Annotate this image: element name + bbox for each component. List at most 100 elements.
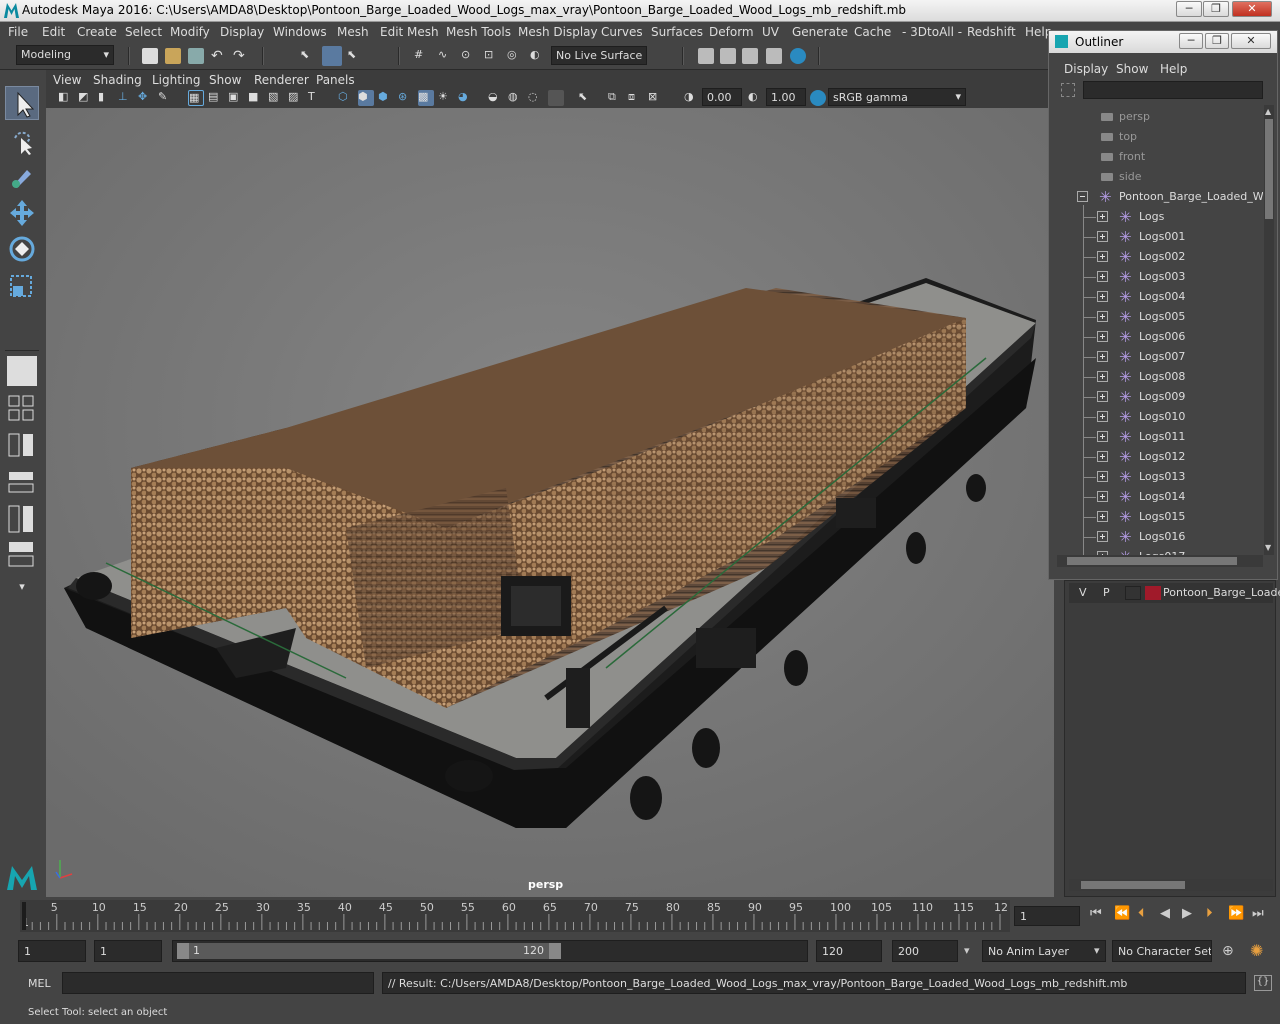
expand-icon[interactable] bbox=[1097, 451, 1108, 462]
select-hierarchy-icon[interactable]: ⬉ bbox=[300, 48, 316, 64]
scroll-thumb[interactable] bbox=[1081, 881, 1185, 889]
menu-edit[interactable]: Edit bbox=[42, 25, 65, 39]
tree-item-group[interactable]: ✳ Logs009 bbox=[1057, 387, 1263, 407]
chevron-down-icon[interactable]: ▾ bbox=[964, 944, 970, 957]
outliner-close-button[interactable]: ✕ bbox=[1231, 33, 1271, 49]
expand-icon[interactable] bbox=[1097, 331, 1108, 342]
snap-point-icon[interactable]: ⊙ bbox=[461, 48, 477, 64]
expand-icon[interactable] bbox=[1097, 471, 1108, 482]
expand-icon[interactable] bbox=[1097, 311, 1108, 322]
outliner-vertical-scrollbar[interactable]: ▲ ▼ bbox=[1264, 105, 1274, 555]
tree-item-group[interactable]: ✳ Logs007 bbox=[1057, 347, 1263, 367]
exposure-icon[interactable]: ◑ bbox=[684, 90, 700, 106]
persp-graph-layout-icon[interactable] bbox=[5, 540, 39, 570]
menu-deform[interactable]: Deform bbox=[709, 25, 754, 39]
select-object-icon[interactable] bbox=[322, 46, 342, 66]
multisample-aa-icon[interactable]: ◍ bbox=[508, 90, 524, 106]
ipr-icon[interactable] bbox=[742, 48, 758, 64]
scroll-thumb[interactable] bbox=[1067, 557, 1237, 565]
expand-icon[interactable] bbox=[1097, 351, 1108, 362]
expand-icon[interactable] bbox=[1097, 411, 1108, 422]
two-d-pan-zoom-icon[interactable]: ✥ bbox=[138, 90, 154, 106]
exposure-field[interactable]: 0.00 bbox=[702, 88, 742, 106]
shadows-icon[interactable]: ☀ bbox=[438, 90, 454, 106]
render-frame-icon[interactable] bbox=[698, 48, 714, 64]
open-scene-icon[interactable] bbox=[165, 48, 181, 64]
tree-item-camera[interactable]: side bbox=[1057, 167, 1263, 187]
safe-title-icon[interactable]: T bbox=[308, 90, 324, 106]
outliner-menu-help[interactable]: Help bbox=[1160, 62, 1187, 76]
tree-item-camera[interactable]: front bbox=[1057, 147, 1263, 167]
range-start-grip[interactable] bbox=[177, 943, 189, 959]
menu-uv[interactable]: UV bbox=[762, 25, 779, 39]
camera-select-icon[interactable]: ◧ bbox=[58, 90, 74, 106]
live-surface-field[interactable]: No Live Surface bbox=[551, 46, 647, 65]
expand-icon[interactable] bbox=[1097, 291, 1108, 302]
xray-components-icon[interactable]: ⧈ bbox=[628, 90, 644, 106]
camera-attributes-icon[interactable]: ◩ bbox=[78, 90, 94, 106]
step-back-key-icon[interactable]: ⏪ bbox=[1114, 906, 1130, 921]
scale-tool-icon[interactable] bbox=[5, 270, 39, 304]
move-tool-icon[interactable] bbox=[5, 196, 39, 230]
step-forward-frame-icon[interactable]: ⏵ bbox=[1206, 906, 1213, 921]
panel-menu-show[interactable]: Show bbox=[209, 73, 241, 87]
motion-blur-icon[interactable]: ◒ bbox=[488, 90, 504, 106]
gate-mask-icon[interactable]: ■ bbox=[248, 90, 264, 106]
gamma-field[interactable]: 1.00 bbox=[766, 88, 806, 106]
bookmark-icon[interactable]: ▮ bbox=[98, 90, 114, 106]
menu-mesh[interactable]: Mesh bbox=[337, 25, 369, 39]
backface-culling-icon[interactable]: ⊠ bbox=[648, 90, 664, 106]
menu-create[interactable]: Create bbox=[77, 25, 117, 39]
minimize-button[interactable]: ─ bbox=[1176, 1, 1202, 17]
tree-item-group[interactable]: ✳ Logs015 bbox=[1057, 507, 1263, 527]
single-view-layout-icon[interactable] bbox=[7, 356, 37, 386]
range-slider-handle[interactable]: 1 120 bbox=[177, 943, 561, 959]
tree-item-group[interactable]: ✳ Logs012 bbox=[1057, 447, 1263, 467]
expand-icon[interactable] bbox=[1097, 271, 1108, 282]
tree-item-group[interactable]: ✳Logs017 bbox=[1057, 547, 1263, 555]
save-scene-icon[interactable] bbox=[188, 48, 204, 64]
color-space-dropdown[interactable]: sRGB gamma ▾ bbox=[828, 88, 966, 106]
tree-item-camera[interactable]: persp bbox=[1057, 107, 1263, 127]
collapse-icon[interactable] bbox=[1077, 191, 1088, 202]
menu-windows[interactable]: Windows bbox=[273, 25, 327, 39]
graph-layout-icon[interactable] bbox=[5, 468, 39, 498]
new-scene-icon[interactable] bbox=[142, 48, 158, 64]
wireframe-on-shaded-icon[interactable]: ⬢ bbox=[378, 90, 394, 106]
expand-icon[interactable] bbox=[1097, 231, 1108, 242]
go-to-start-icon[interactable]: ⏮ bbox=[1090, 906, 1102, 921]
tree-item-group[interactable]: ✳ Logs003 bbox=[1057, 267, 1263, 287]
tree-item-group[interactable]: ✳ Logs008 bbox=[1057, 367, 1263, 387]
select-tool-icon[interactable] bbox=[5, 86, 39, 120]
viewport-3d[interactable]: persp bbox=[46, 108, 1054, 897]
menu-file[interactable]: File bbox=[8, 25, 28, 39]
use-all-lights-icon[interactable]: ▩ bbox=[418, 90, 434, 106]
expand-icon[interactable] bbox=[1097, 531, 1108, 542]
outliner-horizontal-scrollbar[interactable] bbox=[1057, 555, 1263, 567]
menu-mesh-display[interactable]: Mesh Display bbox=[518, 25, 598, 39]
snap-curve-icon[interactable]: ∿ bbox=[438, 48, 454, 64]
expand-icon[interactable] bbox=[1097, 251, 1108, 262]
anim-layer-dropdown[interactable]: No Anim Layer bbox=[982, 940, 1106, 962]
field-chart-icon[interactable]: ▧ bbox=[268, 90, 284, 106]
close-button[interactable]: ✕ bbox=[1232, 1, 1272, 17]
auto-key-icon[interactable]: ⊕ bbox=[1222, 943, 1234, 959]
menu-modify[interactable]: Modify bbox=[170, 25, 210, 39]
panel-menu-lighting[interactable]: Lighting bbox=[152, 73, 201, 87]
expand-icon[interactable] bbox=[1097, 491, 1108, 502]
redo-icon[interactable]: ↷ bbox=[233, 48, 249, 64]
tree-item-group[interactable]: ✳ Logs002 bbox=[1057, 247, 1263, 267]
outliner-layout-icon[interactable] bbox=[5, 430, 39, 460]
undo-icon[interactable]: ↶ bbox=[211, 48, 227, 64]
character-set-dropdown[interactable]: No Character Set bbox=[1112, 940, 1212, 962]
tree-item-group[interactable]: ✳ Logs013 bbox=[1057, 467, 1263, 487]
rotate-tool-icon[interactable] bbox=[5, 232, 39, 266]
menu-3dtoall[interactable]: - 3DtoAll - bbox=[902, 25, 962, 39]
panel-menu-panels[interactable]: Panels bbox=[316, 73, 355, 87]
expand-icon[interactable] bbox=[1097, 391, 1108, 402]
tree-item-root[interactable]: ✳ Pontoon_Barge_Loaded_W bbox=[1057, 187, 1263, 207]
step-back-frame-icon[interactable]: ⏴ bbox=[1138, 906, 1145, 921]
resolution-gate-icon[interactable]: ▣ bbox=[228, 90, 244, 106]
panel-menu-renderer[interactable]: Renderer bbox=[254, 73, 309, 87]
tree-item-group[interactable]: ✳ Logs014 bbox=[1057, 487, 1263, 507]
